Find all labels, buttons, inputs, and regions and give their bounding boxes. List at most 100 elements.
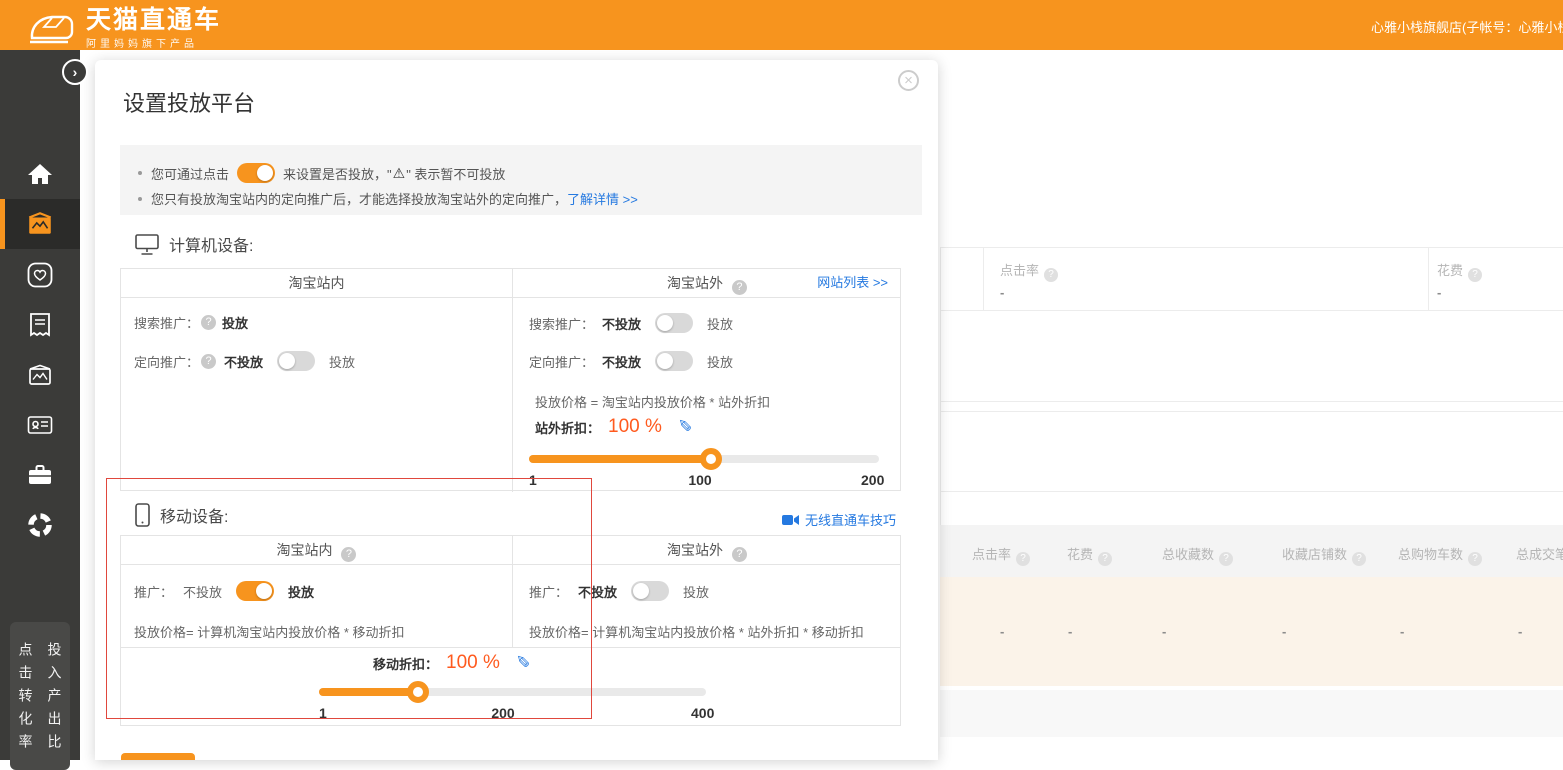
help-icon[interactable]: ?	[1098, 552, 1112, 566]
app-subtitle: 阿里妈妈旗下产品	[86, 35, 221, 50]
slider-thumb[interactable]	[407, 681, 429, 703]
toggle-knob	[633, 583, 649, 599]
mobile-outside-promo-toggle[interactable]	[631, 581, 669, 601]
save-button[interactable]	[121, 753, 195, 760]
metric-ctr-label: 点击转化率	[16, 642, 36, 770]
wireless-tips-link[interactable]: 无线直通车技巧	[782, 510, 896, 529]
mobile-section-header: 移动设备:	[135, 503, 228, 527]
discount-label: 移动折扣：	[373, 654, 438, 673]
learn-more-link[interactable]: 了解详情 >>	[567, 189, 638, 208]
note-text: " 表示暂不可投放	[406, 164, 505, 183]
state-on-label: 投放	[288, 582, 314, 601]
computer-inside-targeted-toggle[interactable]	[277, 351, 315, 371]
help-icon[interactable]: ?	[1016, 552, 1030, 566]
help-icon[interactable]: ?	[732, 280, 747, 295]
app-title: 天猫直通车	[86, 7, 221, 33]
mobile-outside-promo-row: 推广： 不投放 投放	[529, 581, 709, 601]
example-toggle	[237, 163, 275, 183]
computer-outside-targeted-toggle[interactable]	[655, 351, 693, 371]
metric-roi-label: 投入产出比	[45, 642, 65, 770]
help-icon[interactable]: ?	[732, 547, 747, 562]
sidebar-item-home[interactable]	[0, 149, 80, 199]
bg-divider	[940, 411, 1563, 412]
mobile-table: 淘宝站内 ? 淘宝站外 ? 推广： 不投放 投放 投放价格= 计算机淘宝站内投放…	[120, 535, 901, 726]
help-icon[interactable]: ?	[201, 354, 216, 369]
slider-tick-max: 400	[691, 705, 714, 721]
bg-stat-ctr: 点击率?	[1000, 260, 1058, 282]
computer-section-title: 计算机设备:	[169, 232, 253, 256]
bg-table-data-row[interactable]	[940, 577, 1563, 686]
computer-table: 淘宝站内 淘宝站外 ? 网站列表 >> 搜索推广： ? 投放 定向推广： ? 不…	[120, 268, 901, 491]
sidebar-item-inspect[interactable]	[0, 500, 80, 550]
account-name[interactable]: 心雅小栈旗舰店(子帐号：心雅小栈	[1371, 17, 1563, 36]
bg-divider	[940, 310, 1563, 311]
state-off-label: 不投放	[602, 352, 641, 371]
sidebar-item-creative[interactable]	[0, 350, 80, 400]
logo[interactable]: 天猫直通车 阿里妈妈旗下产品	[28, 7, 221, 50]
computer-outside-targeted-row: 定向推广： 不投放 投放	[529, 351, 733, 371]
slider-fill	[319, 688, 418, 696]
sidebar-item-account[interactable]	[0, 400, 80, 450]
state-off-label: 不投放	[183, 582, 222, 601]
help-icon[interactable]: ?	[1468, 268, 1482, 282]
notes-box: 您可通过点击 来设置是否投放，" ⚠ " 表示暂不可投放 您只有投放淘宝站内的定…	[120, 145, 922, 215]
bg-divider	[940, 247, 941, 525]
sidebar-metrics-panel[interactable]: 点击转化率 投入产出比	[10, 622, 70, 770]
mobile-discount-slider[interactable]	[319, 688, 706, 696]
outside-price-formula: 投放价格 = 淘宝站内投放价格 * 站外折扣	[535, 392, 770, 411]
bg-col-cart: 总购物车数?	[1398, 544, 1482, 566]
top-header-bar: 天猫直通车 阿里妈妈旗下产品 心雅小栈旗舰店(子帐号：心雅小栈	[0, 0, 1563, 50]
campaign-icon	[26, 212, 54, 236]
edit-icon[interactable]: ✐	[516, 653, 530, 673]
mobile-inside-formula: 投放价格= 计算机淘宝站内投放价格 * 移动折扣	[134, 622, 405, 641]
bg-col-cost: 花费?	[1067, 544, 1112, 566]
help-icon[interactable]: ?	[201, 315, 216, 330]
phone-icon	[135, 503, 150, 527]
table-divider	[512, 269, 513, 492]
computer-inside-search-row: 搜索推广： ? 投放	[134, 313, 248, 332]
warning-icon: ⚠	[393, 165, 406, 182]
sidebar-expand-button[interactable]: ›	[62, 59, 88, 85]
mobile-inside-promo-row: 推广： 不投放 投放	[134, 581, 314, 601]
outside-discount-slider[interactable]	[529, 455, 879, 463]
bg-stat-cost-value: -	[1437, 285, 1441, 300]
heart-icon	[27, 262, 53, 288]
mobile-inside-promo-toggle[interactable]	[236, 581, 274, 601]
home-icon	[27, 162, 53, 186]
website-list-link[interactable]: 网站列表 >>	[817, 269, 888, 297]
sidebar-item-report[interactable]	[0, 300, 80, 350]
table-divider	[121, 647, 900, 648]
sidebar-item-favorites[interactable]	[0, 250, 80, 300]
mobile-discount-row: 移动折扣： 100 % ✐	[373, 652, 530, 674]
close-icon[interactable]: ×	[898, 70, 919, 91]
help-icon[interactable]: ?	[1044, 268, 1058, 282]
state-on-label: 投放	[683, 582, 709, 601]
bg-divider	[1428, 247, 1429, 310]
toggle-knob	[657, 353, 673, 369]
bg-stat-ctr-value: -	[1000, 285, 1004, 300]
slider-thumb[interactable]	[700, 448, 722, 470]
tips-link-label: 无线直通车技巧	[805, 510, 896, 529]
sidebar-item-campaign[interactable]	[0, 199, 80, 249]
row-label: 搜索推广：	[529, 314, 594, 333]
help-icon[interactable]: ?	[341, 547, 356, 562]
row-label: 推广：	[134, 582, 173, 601]
bg-col-shop-favorites: 收藏店铺数?	[1282, 544, 1366, 566]
bg-stat-cost: 花费?	[1437, 260, 1482, 282]
state-on-label: 投放	[222, 313, 248, 332]
computer-section-header: 计算机设备:	[135, 232, 253, 256]
bg-cell: -	[1400, 624, 1404, 639]
toggle-knob	[279, 353, 295, 369]
help-icon[interactable]: ?	[1219, 552, 1233, 566]
set-platform-dialog: 设置投放平台 × 您可通过点击 来设置是否投放，" ⚠ " 表示暂不可投放 您只…	[95, 60, 938, 760]
computer-outside-search-toggle[interactable]	[655, 313, 693, 333]
note-line-1: 您可通过点击 来设置是否投放，" ⚠ " 表示暂不可投放	[138, 163, 505, 183]
sidebar-item-toolbox[interactable]	[0, 450, 80, 500]
row-label: 定向推广：	[134, 352, 199, 371]
mobile-section-title: 移动设备:	[160, 503, 228, 527]
edit-icon[interactable]: ✐	[678, 417, 692, 437]
help-icon[interactable]: ?	[1352, 552, 1366, 566]
bg-cell: -	[1282, 624, 1286, 639]
help-icon[interactable]: ?	[1468, 552, 1482, 566]
page: { "colors": { "brand": "#f7941e", "link"…	[0, 0, 1563, 760]
